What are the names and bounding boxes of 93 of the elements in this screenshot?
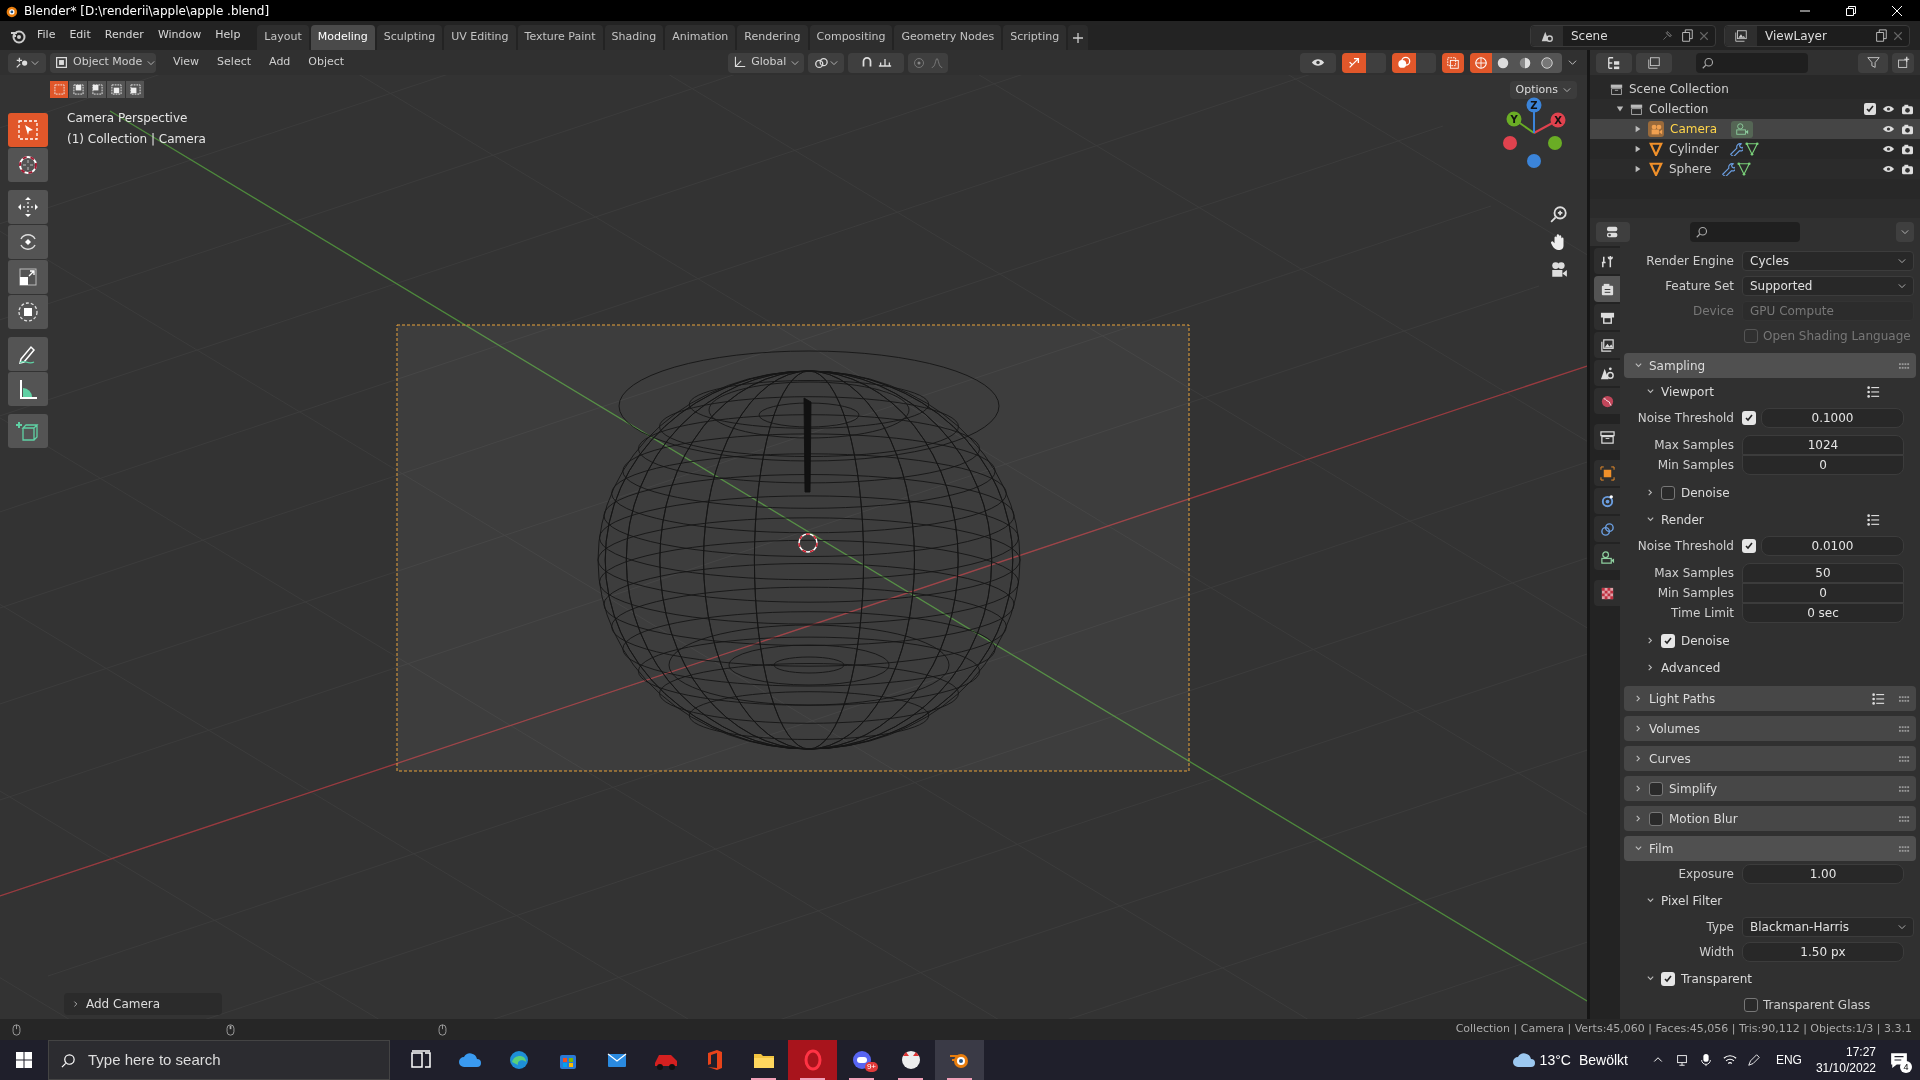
axis-label: Y bbox=[1510, 114, 1518, 125]
menu-item[interactable]: Render bbox=[97, 27, 151, 44]
scene-collection-label[interactable]: Scene Collection bbox=[1629, 80, 1729, 98]
scene-name: Scene bbox=[1571, 27, 1608, 45]
notification-count: 4 bbox=[1900, 1061, 1912, 1073]
field-label: Exposure bbox=[1677, 866, 1735, 883]
panel-header[interactable]: Motion Blur bbox=[1624, 806, 1916, 831]
number-field[interactable]: 0 sec bbox=[1742, 603, 1904, 623]
last-operator-panel[interactable]: Add Camera bbox=[64, 993, 222, 1015]
menu-item[interactable]: View bbox=[164, 54, 209, 71]
menu-item[interactable]: Add bbox=[260, 54, 300, 71]
workspace-tab[interactable]: Rendering bbox=[737, 25, 808, 50]
subpanel-header[interactable]: Viewport bbox=[1624, 378, 1916, 405]
taskbar-app[interactable]: 9+ bbox=[837, 1040, 886, 1080]
subpanel-header[interactable]: Pixel Filter bbox=[1624, 887, 1916, 914]
field-label: Min Samples bbox=[1656, 585, 1735, 602]
workspace-tab[interactable]: Shading bbox=[604, 25, 664, 50]
workspace-tab[interactable]: Modeling bbox=[310, 25, 375, 50]
mode-label: Object Mode bbox=[73, 54, 143, 71]
panel-header[interactable]: Light Paths bbox=[1624, 686, 1916, 711]
object-label: Sphere bbox=[1669, 161, 1712, 178]
workspace-tab[interactable]: Geometry Nodes bbox=[894, 25, 1002, 50]
subpanel-header[interactable]: Denoise bbox=[1624, 627, 1916, 654]
subpanel-header[interactable]: Denoise bbox=[1624, 479, 1916, 506]
object-label: Camera bbox=[1670, 121, 1718, 138]
view-layer-name: ViewLayer bbox=[1765, 27, 1827, 45]
number-field[interactable]: 0.1000 bbox=[1761, 408, 1904, 428]
menu-item[interactable]: Select bbox=[208, 54, 261, 71]
number-field[interactable]: 50 bbox=[1742, 563, 1904, 583]
object-label: Cylinder bbox=[1669, 141, 1719, 158]
operator-name: Add Camera bbox=[86, 996, 161, 1013]
viewport-info-text: (1) Collection | Camera bbox=[67, 131, 206, 148]
mode-dropdown[interactable]: Object Mode bbox=[50, 52, 156, 73]
subpanel-header[interactable]: Transparent bbox=[1624, 965, 1916, 992]
menu-item[interactable]: Object bbox=[299, 54, 354, 71]
panel-header[interactable]: Film bbox=[1624, 836, 1916, 861]
number-field[interactable]: 0 bbox=[1742, 583, 1904, 603]
field-label: Max Samples bbox=[1653, 565, 1735, 582]
panel-header[interactable]: Curves bbox=[1624, 746, 1916, 771]
options-button[interactable]: Options bbox=[1509, 81, 1577, 99]
subpanel-header[interactable]: Advanced bbox=[1624, 654, 1916, 681]
workspace-tab[interactable]: Compositing bbox=[809, 25, 893, 50]
temperature-text: 13°C bbox=[1539, 1050, 1571, 1070]
field-label: Max Samples bbox=[1653, 437, 1735, 454]
axis-label: X bbox=[1554, 115, 1562, 126]
number-field[interactable]: 1024 bbox=[1742, 435, 1904, 455]
field-label: Feature Set bbox=[1664, 277, 1735, 295]
number-field[interactable]: 0 bbox=[1742, 455, 1904, 475]
menu-item[interactable]: Edit bbox=[62, 27, 98, 44]
checkbox-label: Open Shading Language bbox=[1763, 327, 1911, 345]
axis-label: Z bbox=[1530, 100, 1538, 111]
scene-statistics: Collection | Camera | Verts:45,060 | Faces:45,056 | Tris:90,112 | Objects:1/3 | 3.3.1 bbox=[1455, 1021, 1912, 1038]
view-layer-selector[interactable]: ViewLayer bbox=[1724, 24, 1910, 47]
workspace-tab[interactable]: Scripting bbox=[1003, 25, 1067, 50]
dropdown[interactable]: Supported bbox=[1742, 275, 1914, 296]
orientation-label: Global bbox=[751, 54, 787, 71]
field-label: Noise Threshold bbox=[1636, 410, 1735, 427]
notification-badge: 9+ bbox=[864, 1062, 878, 1072]
number-field[interactable]: 1.00 bbox=[1742, 864, 1904, 884]
menu-item[interactable]: Window bbox=[150, 27, 209, 44]
dropdown[interactable]: Blackman-Harris bbox=[1742, 916, 1914, 937]
panel-header[interactable]: Simplify bbox=[1624, 776, 1916, 801]
workspace-tab[interactable]: Sculpting bbox=[376, 25, 443, 50]
window-title: Blender* [D:\renderii\apple\apple .blend] bbox=[24, 2, 270, 20]
field-label: Device bbox=[1691, 302, 1735, 320]
field-label: Type bbox=[1705, 918, 1735, 936]
field-label: Time Limit bbox=[1670, 605, 1735, 622]
weather-text: Bewölkt bbox=[1578, 1050, 1628, 1070]
taskbar-search-field[interactable]: Type here to search bbox=[48, 1040, 390, 1080]
menu-item[interactable]: Help bbox=[208, 27, 248, 44]
number-field[interactable]: 0.0100 bbox=[1761, 536, 1904, 556]
workspace-tab[interactable]: Animation bbox=[665, 25, 736, 50]
clock[interactable]: 17:27 31/10/2022 bbox=[1815, 1044, 1876, 1076]
field-label: Render Engine bbox=[1645, 252, 1735, 270]
number-field[interactable]: 1.50 px bbox=[1742, 942, 1904, 962]
field-label: Noise Threshold bbox=[1636, 538, 1735, 555]
workspace-tab[interactable]: Texture Paint bbox=[517, 25, 603, 50]
orientation-dropdown[interactable]: Global bbox=[728, 52, 805, 73]
field-label: Min Samples bbox=[1656, 457, 1735, 474]
outliner-row[interactable]: Camera bbox=[1590, 119, 1920, 139]
menu-item[interactable]: File bbox=[30, 27, 63, 44]
scene-selector[interactable]: Scene bbox=[1530, 24, 1716, 47]
workspace-tab[interactable]: Layout bbox=[257, 25, 309, 50]
subpanel-header[interactable]: Render bbox=[1624, 506, 1916, 533]
collection-label[interactable]: Collection bbox=[1649, 100, 1709, 118]
language-indicator[interactable]: ENG bbox=[1775, 1051, 1802, 1069]
field-label: Width bbox=[1698, 944, 1735, 961]
panel-header[interactable]: Volumes bbox=[1624, 716, 1916, 741]
dropdown[interactable]: Cycles bbox=[1742, 250, 1914, 271]
panel-header[interactable]: Sampling bbox=[1624, 353, 1916, 378]
viewport-info-text: Camera Perspective bbox=[67, 110, 189, 127]
checkbox-label: Transparent Glass bbox=[1763, 996, 1871, 1014]
workspace-tab[interactable]: UV Editing bbox=[444, 25, 516, 50]
